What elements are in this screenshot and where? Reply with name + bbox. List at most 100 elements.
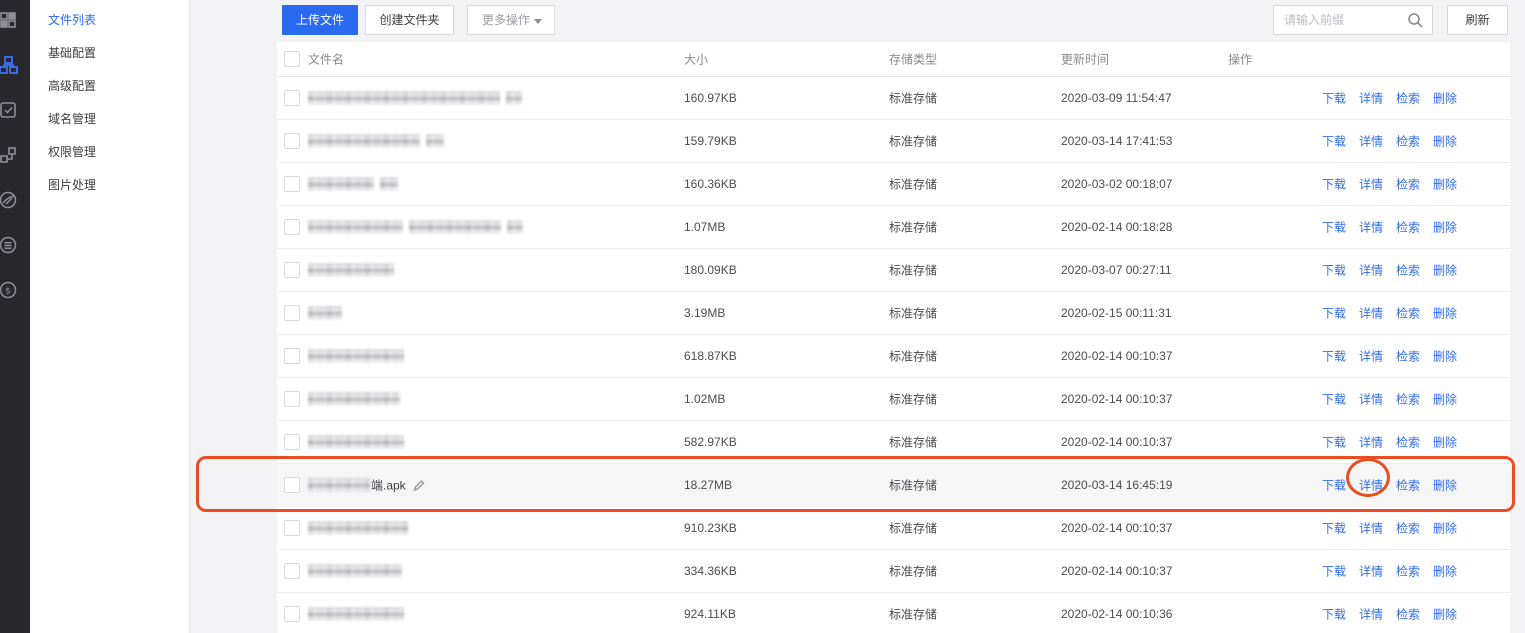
cos-storage-icon[interactable]	[0, 54, 19, 76]
file-name: 端.apk	[308, 477, 426, 494]
redacted-file-name-block	[308, 350, 404, 363]
row-checkbox[interactable]	[284, 176, 300, 192]
action-link-0[interactable]: 下载	[1322, 219, 1346, 236]
update-time: 2020-02-14 00:10:37	[1061, 564, 1172, 578]
billing-dollar-icon[interactable]: $	[0, 279, 19, 301]
action-link-1[interactable]: 详情	[1359, 219, 1383, 236]
dashboard-grid-icon[interactable]	[0, 9, 19, 31]
menu-item-0[interactable]: 文件列表	[30, 4, 189, 37]
action-link-0[interactable]: 下载	[1322, 391, 1346, 408]
action-link-1[interactable]: 详情	[1359, 90, 1383, 107]
action-link-3[interactable]: 删除	[1433, 391, 1457, 408]
menu-item-4[interactable]: 权限管理	[30, 136, 189, 169]
action-link-2[interactable]: 检索	[1396, 520, 1420, 537]
row-checkbox[interactable]	[284, 348, 300, 364]
rename-pencil-icon[interactable]	[412, 478, 426, 492]
action-link-0[interactable]: 下载	[1322, 262, 1346, 279]
action-link-2[interactable]: 检索	[1396, 219, 1420, 236]
action-link-0[interactable]: 下载	[1322, 434, 1346, 451]
row-checkbox[interactable]	[284, 133, 300, 149]
action-link-3[interactable]: 删除	[1433, 305, 1457, 322]
row-checkbox[interactable]	[284, 477, 300, 493]
file-size: 3.19MB	[684, 306, 725, 320]
action-link-3[interactable]: 删除	[1433, 434, 1457, 451]
select-all-checkbox[interactable]	[284, 51, 300, 67]
action-link-0[interactable]: 下载	[1322, 477, 1346, 494]
action-link-3[interactable]: 删除	[1433, 219, 1457, 236]
action-link-2[interactable]: 检索	[1396, 606, 1420, 623]
row-checkbox[interactable]	[284, 262, 300, 278]
action-link-1[interactable]: 详情	[1359, 520, 1383, 537]
action-link-0[interactable]: 下载	[1322, 606, 1346, 623]
cdn-globe-icon[interactable]	[0, 189, 19, 211]
create-folder-button[interactable]: 创建文件夹	[365, 5, 454, 35]
action-link-1[interactable]: 详情	[1359, 563, 1383, 580]
row-checkbox[interactable]	[284, 563, 300, 579]
menu-item-2[interactable]: 高级配置	[30, 70, 189, 103]
action-link-3[interactable]: 删除	[1433, 520, 1457, 537]
action-link-3[interactable]: 删除	[1433, 262, 1457, 279]
action-link-2[interactable]: 检索	[1396, 391, 1420, 408]
file-size: 159.79KB	[684, 134, 737, 148]
file-name	[308, 565, 402, 578]
action-link-1[interactable]: 详情	[1359, 348, 1383, 365]
action-link-2[interactable]: 检索	[1396, 434, 1420, 451]
update-time: 2020-02-14 00:18:28	[1061, 220, 1172, 234]
action-link-2[interactable]: 检索	[1396, 305, 1420, 322]
action-link-3[interactable]: 删除	[1433, 477, 1457, 494]
file-size: 1.02MB	[684, 392, 725, 406]
action-link-2[interactable]: 检索	[1396, 133, 1420, 150]
update-time: 2020-03-14 16:45:19	[1061, 478, 1172, 492]
action-link-0[interactable]: 下载	[1322, 348, 1346, 365]
chevron-down-icon	[534, 19, 542, 24]
action-link-1[interactable]: 详情	[1359, 305, 1383, 322]
action-link-3[interactable]: 删除	[1433, 563, 1457, 580]
action-link-1[interactable]: 详情	[1359, 477, 1383, 494]
menu-item-3[interactable]: 域名管理	[30, 103, 189, 136]
action-link-2[interactable]: 检索	[1396, 90, 1420, 107]
main-content: 上传文件 创建文件夹 更多操作 刷新 文件名 大小 存储类型 更新时间 操作 1…	[190, 0, 1525, 633]
action-link-0[interactable]: 下载	[1322, 305, 1346, 322]
search-icon[interactable]	[1407, 12, 1424, 29]
row-checkbox[interactable]	[284, 606, 300, 622]
checkbox-task-icon[interactable]	[0, 99, 19, 121]
row-checkbox[interactable]	[284, 391, 300, 407]
upload-file-button[interactable]: 上传文件	[282, 5, 358, 35]
action-link-1[interactable]: 详情	[1359, 606, 1383, 623]
menu-item-5[interactable]: 图片处理	[30, 169, 189, 202]
refresh-button[interactable]: 刷新	[1447, 5, 1508, 35]
action-link-1[interactable]: 详情	[1359, 391, 1383, 408]
action-link-0[interactable]: 下载	[1322, 176, 1346, 193]
action-link-2[interactable]: 检索	[1396, 477, 1420, 494]
action-link-0[interactable]: 下载	[1322, 563, 1346, 580]
action-link-0[interactable]: 下载	[1322, 90, 1346, 107]
server-list-icon[interactable]	[0, 234, 19, 256]
row-checkbox[interactable]	[284, 219, 300, 235]
action-link-0[interactable]: 下载	[1322, 520, 1346, 537]
row-checkbox[interactable]	[284, 434, 300, 450]
row-checkbox[interactable]	[284, 90, 300, 106]
action-link-2[interactable]: 检索	[1396, 348, 1420, 365]
prefix-search-input[interactable]	[1274, 6, 1402, 34]
share-network-icon[interactable]	[0, 144, 19, 166]
action-link-3[interactable]: 删除	[1433, 348, 1457, 365]
action-link-1[interactable]: 详情	[1359, 176, 1383, 193]
row-checkbox[interactable]	[284, 520, 300, 536]
action-link-2[interactable]: 检索	[1396, 262, 1420, 279]
action-link-3[interactable]: 删除	[1433, 90, 1457, 107]
action-link-3[interactable]: 删除	[1433, 133, 1457, 150]
action-link-1[interactable]: 详情	[1359, 133, 1383, 150]
action-link-3[interactable]: 删除	[1433, 606, 1457, 623]
action-link-1[interactable]: 详情	[1359, 262, 1383, 279]
row-checkbox[interactable]	[284, 305, 300, 321]
action-link-3[interactable]: 删除	[1433, 176, 1457, 193]
action-link-2[interactable]: 检索	[1396, 176, 1420, 193]
action-link-1[interactable]: 详情	[1359, 434, 1383, 451]
menu-item-1[interactable]: 基础配置	[30, 37, 189, 70]
redacted-file-name-block	[506, 92, 522, 105]
table-row: 3.19MB 标准存储 2020-02-15 00:11:31 下载详情检索删除	[277, 292, 1510, 335]
action-link-2[interactable]: 检索	[1396, 563, 1420, 580]
more-actions-dropdown[interactable]: 更多操作	[467, 5, 555, 35]
action-link-0[interactable]: 下载	[1322, 133, 1346, 150]
file-name	[308, 436, 404, 449]
